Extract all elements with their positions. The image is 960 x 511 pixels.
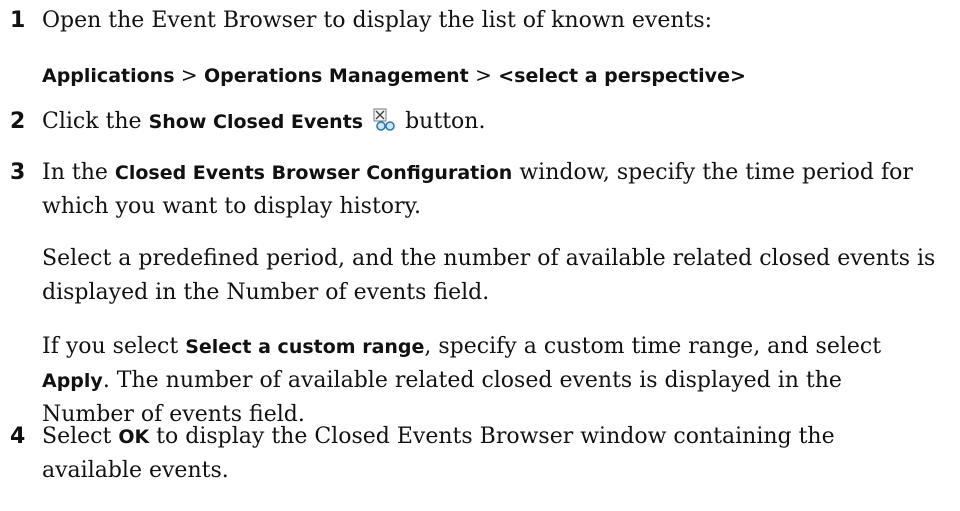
- menu-path-operations-management: Operations Management: [203, 65, 469, 87]
- step-text: Select OK to display the Closed Events B…: [42, 420, 940, 488]
- step-number: 4: [10, 424, 26, 449]
- step-2-post: button.: [398, 109, 486, 134]
- select-custom-range-label: Select a custom range: [185, 336, 425, 358]
- menu-path-separator: >: [174, 63, 204, 87]
- show-closed-events-label: Show Closed Events: [148, 111, 364, 133]
- step-number: 2: [10, 109, 26, 134]
- menu-path: Applications > Operations Management > <…: [42, 58, 940, 93]
- step-3-paragraph-3: If you select Select a custom range, spe…: [42, 330, 940, 432]
- step-text: Open the Event Browser to display the li…: [42, 4, 940, 38]
- closed-events-config-label: Closed Events Browser Configuration: [114, 162, 513, 184]
- step-3-para3-mid: , specify a custom time range, and selec…: [424, 334, 882, 359]
- ok-label: OK: [118, 426, 150, 448]
- step-3-paragraph-2: Select a predefined period, and the numb…: [42, 242, 940, 310]
- menu-path-perspective: <select a perspective>: [498, 65, 746, 87]
- apply-label: Apply: [42, 370, 103, 392]
- step-1-text: Open the Event Browser to display the li…: [42, 8, 713, 33]
- step-text: In the Closed Events Browser Configurati…: [42, 156, 940, 224]
- step-number: 1: [10, 8, 26, 33]
- step-number: 3: [10, 160, 26, 185]
- step-4-pre: Select: [42, 424, 119, 449]
- menu-path-applications: Applications: [42, 65, 175, 87]
- step-3-para2-text: Select a predefined period, and the numb…: [42, 246, 936, 305]
- menu-path-separator: >: [468, 63, 499, 87]
- step-3-pre: In the: [42, 160, 115, 185]
- step-3-para3-post: . The number of available related closed…: [42, 368, 842, 427]
- step-text: Click the Show Closed Events button.: [42, 105, 940, 139]
- step-4-post: to display the Closed Events Browser win…: [42, 424, 835, 483]
- step-2-pre: Click the: [42, 109, 149, 134]
- show-closed-events-icon: [372, 108, 396, 132]
- step-3-para3-pre: If you select: [42, 334, 186, 359]
